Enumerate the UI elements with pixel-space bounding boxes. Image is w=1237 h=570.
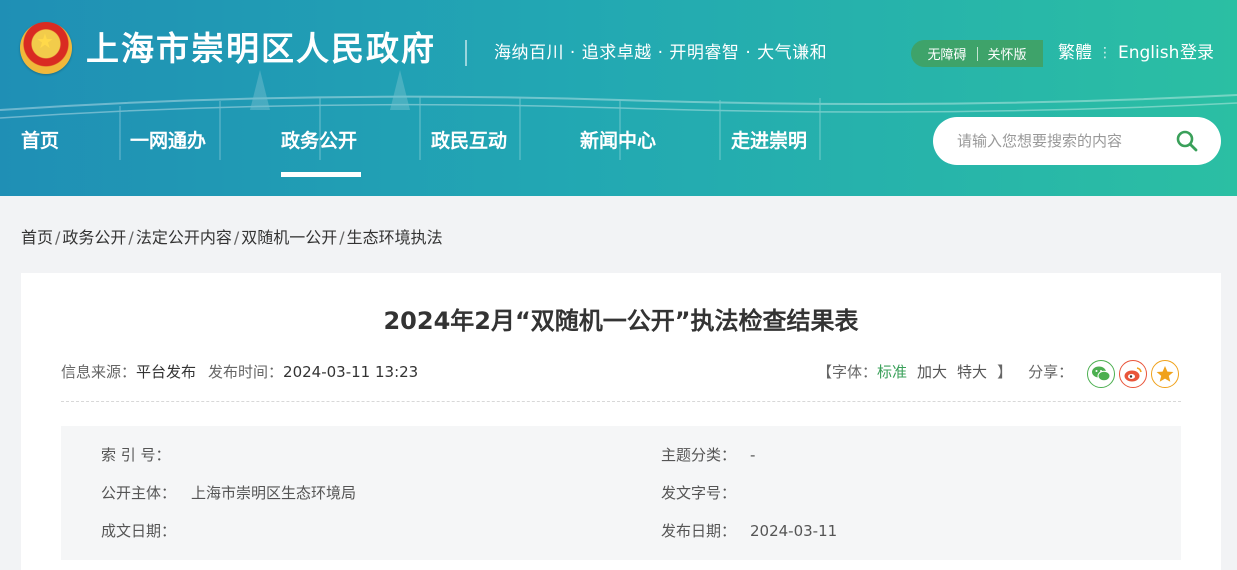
publish-time-label: 发布时间： <box>208 363 284 381</box>
font-size-controls: 【字体：标准 加大 特大】分享： <box>817 361 1073 383</box>
article-title: 2024年2月“双随机一公开”执法检查结果表 <box>383 307 859 335</box>
language-switcher: 繁體 ⋮ English <box>1058 41 1179 65</box>
breadcrumb-item[interactable]: 生态环境执法 <box>347 228 443 247</box>
divider <box>61 401 1181 402</box>
breadcrumb: 首页 / 政务公开 / 法定公开内容 / 双随机一公开 / 生态环境执法 <box>21 226 443 250</box>
search-input[interactable] <box>957 129 1157 153</box>
nav-item-news[interactable]: 新闻中心 <box>580 128 656 154</box>
login-link[interactable]: 登录 <box>1180 41 1214 65</box>
font-size-xlarge-button[interactable]: 特大 <box>957 363 987 381</box>
index-number-label: 索 引 号： <box>101 446 171 464</box>
published-date-label: 发布日期： <box>661 522 737 540</box>
elder-mode-button[interactable]: 关怀版 <box>988 44 1027 63</box>
breadcrumb-item[interactable]: 双随机一公开 <box>241 228 337 247</box>
weibo-icon[interactable] <box>1119 360 1147 388</box>
favorite-star-icon[interactable] <box>1151 360 1179 388</box>
source-value: 平台发布 <box>136 363 197 381</box>
breadcrumb-separator: / <box>339 228 345 247</box>
publisher-value: 上海市崇明区生态环境局 <box>191 484 357 502</box>
breadcrumb-separator: / <box>55 228 61 247</box>
font-size-close-bracket: 】 <box>997 363 1013 381</box>
font-size-label: 【字体： <box>817 363 878 381</box>
accessibility-toggle-group: 无障碍 关怀版 <box>911 40 1043 67</box>
national-emblem-icon[interactable] <box>20 22 72 74</box>
share-label: 分享： <box>1028 363 1074 381</box>
site-header: 上海市崇明区人民政府 海纳百川 · 追求卓越 · 开明睿智 · 大气谦和 无障碍… <box>0 0 1237 196</box>
search-icon[interactable] <box>1175 129 1199 153</box>
english-link[interactable]: English <box>1118 41 1179 65</box>
nav-item-interaction[interactable]: 政民互动 <box>431 128 507 154</box>
published-date-value: 2024-03-11 <box>750 522 838 540</box>
document-info-table: 索 引 号： 主题分类： - 公开主体： 上海市崇明区生态环境局 发文字号： 成… <box>61 426 1181 560</box>
article-card: 2024年2月“双随机一公开”执法检查结果表 信息来源：平台发布 发布时间：202… <box>21 273 1221 570</box>
site-title[interactable]: 上海市崇明区人民政府 <box>86 26 436 72</box>
publisher-label: 公开主体： <box>101 484 177 502</box>
divider: ⋮ <box>1098 45 1112 61</box>
site-slogan: 海纳百川 · 追求卓越 · 开明睿智 · 大气谦和 <box>494 43 828 63</box>
wechat-icon[interactable] <box>1087 360 1115 388</box>
created-date-label: 成文日期： <box>101 522 177 540</box>
font-size-standard-button[interactable]: 标准 <box>877 363 907 381</box>
traditional-chinese-link[interactable]: 繁體 <box>1058 41 1092 65</box>
source-label: 信息来源： <box>61 363 137 381</box>
nav-item-government-affairs[interactable]: 政务公开 <box>281 128 357 154</box>
title-divider <box>465 40 467 66</box>
topic-category-value: - <box>750 446 756 464</box>
nav-item-one-stop-service[interactable]: 一网通办 <box>130 128 206 154</box>
breadcrumb-item[interactable]: 法定公开内容 <box>136 228 232 247</box>
divider <box>976 46 978 61</box>
accessibility-button[interactable]: 无障碍 <box>927 44 966 63</box>
publish-time-value: 2024-03-11 13:23 <box>283 363 419 381</box>
document-number-label: 发文字号： <box>661 484 737 502</box>
topic-category-label: 主题分类： <box>661 446 737 464</box>
breadcrumb-separator: / <box>233 228 240 247</box>
nav-active-indicator <box>281 172 361 177</box>
article-meta: 信息来源：平台发布 发布时间：2024-03-11 13:23 <box>61 361 418 383</box>
breadcrumb-separator: / <box>128 228 134 247</box>
font-size-large-button[interactable]: 加大 <box>917 363 947 381</box>
search-box <box>933 117 1221 165</box>
breadcrumb-item[interactable]: 政务公开 <box>62 228 126 247</box>
breadcrumb-item[interactable]: 首页 <box>21 228 53 247</box>
nav-item-about[interactable]: 走进崇明 <box>731 128 807 154</box>
nav-item-home[interactable]: 首页 <box>21 128 59 154</box>
